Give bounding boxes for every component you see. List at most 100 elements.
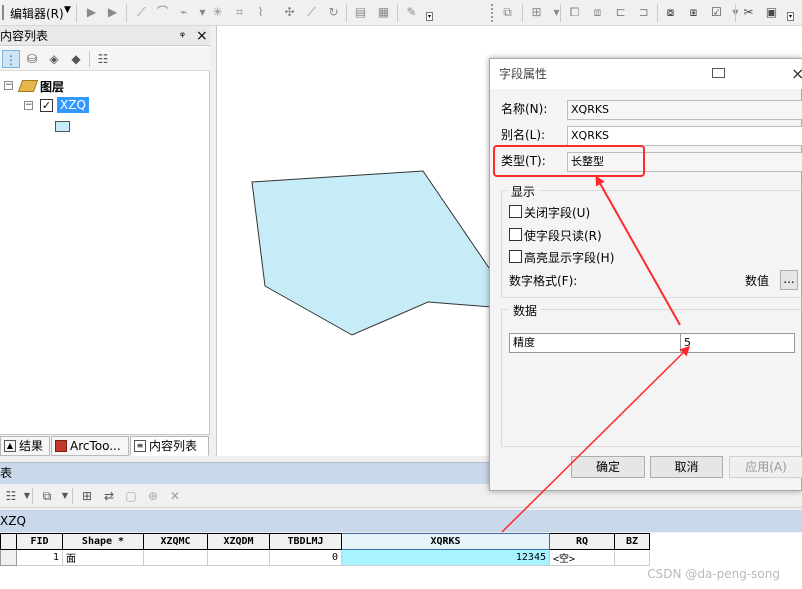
cell-xqrks[interactable]: 12345 xyxy=(341,549,550,566)
create-features-icon[interactable]: ✎ xyxy=(402,3,421,22)
restore-window-icon[interactable] xyxy=(712,68,725,78)
close-icon[interactable]: × xyxy=(791,59,802,89)
editor-menu[interactable]: 编辑器(R) xyxy=(10,5,64,22)
highlight-field-label[interactable]: 高亮显示字段(H) xyxy=(524,249,614,266)
column-header-xzqmc[interactable]: XZQMC xyxy=(143,533,208,550)
cancel-button[interactable]: 取消 xyxy=(650,456,723,478)
precision-field[interactable]: 5 xyxy=(680,333,795,353)
chevron-down-icon[interactable]: ▼ xyxy=(547,3,566,22)
split-icon[interactable]: ⟋ xyxy=(302,3,321,22)
edit-annotation-icon[interactable]: ▶ xyxy=(103,3,122,22)
validate-topology-icon[interactable]: ⧇ xyxy=(661,3,680,22)
sketch-properties-icon[interactable]: ▦ xyxy=(374,3,393,22)
collapse-icon[interactable]: − xyxy=(4,81,13,90)
topology-icon[interactable]: ⧉ xyxy=(498,3,517,22)
toc-toolbar: ⋮ ⛁ ◈ ◆ ☷ xyxy=(0,47,210,71)
topology-edit-icon[interactable]: ⧠ xyxy=(565,3,584,22)
list-by-selection-icon[interactable]: ◆ xyxy=(67,50,85,68)
collapse-icon[interactable]: − xyxy=(24,101,33,110)
layer-visibility-checkbox[interactable]: ✓ xyxy=(40,99,53,112)
column-header-xqrks[interactable]: XQRKS xyxy=(341,533,550,550)
column-header-shape[interactable]: Shape * xyxy=(62,533,144,550)
toolbar-grip-icon xyxy=(491,4,494,22)
list-by-visibility-icon[interactable]: ◈ xyxy=(45,50,63,68)
delete-selected-icon[interactable]: ✕ xyxy=(166,487,184,505)
cell-xzqdm[interactable] xyxy=(207,549,270,566)
pin-icon[interactable]: ᵠ xyxy=(180,26,185,46)
cell-rq[interactable]: <空> xyxy=(549,549,615,566)
end-point-arc-icon[interactable]: ⌒ xyxy=(153,3,172,22)
disable-field-checkbox[interactable] xyxy=(509,205,522,218)
attributes-icon[interactable]: ▤ xyxy=(351,3,370,22)
name-field[interactable]: XQRKS xyxy=(567,100,802,120)
cell-xzqmc[interactable] xyxy=(143,549,208,566)
tab-results-label: 结果 xyxy=(19,439,44,453)
point-icon[interactable]: ✳ xyxy=(208,3,227,22)
table-row[interactable]: 1 面 0 12345 <空> xyxy=(0,549,650,566)
disable-field-label[interactable]: 关闭字段(U) xyxy=(524,204,590,221)
map-topology-icon[interactable]: ⊞ xyxy=(527,3,546,22)
tab-toc[interactable]: ≡ 内容列表 xyxy=(130,436,209,456)
number-format-button[interactable]: ... xyxy=(780,270,798,290)
layer-name[interactable]: XZQ xyxy=(57,97,89,113)
cell-tbdlmj[interactable]: 0 xyxy=(269,549,342,566)
toolbar-dropdown-icon[interactable]: ▾ xyxy=(426,12,433,21)
generalize-icon[interactable]: ⊐ xyxy=(634,3,653,22)
arctoolbox-icon xyxy=(55,440,67,452)
toc-options-icon[interactable]: ☷ xyxy=(94,50,112,68)
cut-polygon-icon[interactable]: ✣ xyxy=(280,3,299,22)
cell-shape[interactable]: 面 xyxy=(62,549,144,566)
column-header-bz[interactable]: BZ xyxy=(614,533,650,550)
table-tab[interactable]: XZQ xyxy=(0,510,802,532)
layers-group-label[interactable]: 图层 xyxy=(40,78,64,95)
highlight-field-checkbox[interactable] xyxy=(509,250,522,263)
alias-field[interactable]: XQRKS xyxy=(567,126,802,146)
field-properties-dialog: 字段属性 × 名称(N): XQRKS 别名(L): XQRKS 类型(T): … xyxy=(489,58,802,491)
column-header-rq[interactable]: RQ xyxy=(549,533,615,550)
close-icon[interactable]: × xyxy=(196,26,208,46)
shared-features-icon[interactable]: ⧈ xyxy=(588,3,607,22)
error-inspector-icon[interactable]: ☑ xyxy=(707,3,726,22)
readonly-field-checkbox[interactable] xyxy=(509,228,522,241)
apply-button[interactable]: 应用(A) xyxy=(729,456,802,478)
list-by-source-icon[interactable]: ⛁ xyxy=(23,50,41,68)
watermark-text: CSDN @da-peng-song xyxy=(647,567,780,581)
chevron-down-icon[interactable]: ▼ xyxy=(18,487,36,505)
readonly-field-label[interactable]: 使字段只读(R) xyxy=(524,227,602,244)
switch-selection-icon[interactable]: ⇄ xyxy=(100,487,118,505)
type-field[interactable]: 长整型 xyxy=(567,152,802,172)
column-header-xzqdm[interactable]: XZQDM xyxy=(207,533,270,550)
edit-tool-icon[interactable]: ▶ xyxy=(82,3,101,22)
edit-vertices-icon[interactable]: ⌗ xyxy=(230,3,249,22)
cell-bz[interactable] xyxy=(614,549,650,566)
cell-fid[interactable]: 1 xyxy=(16,549,63,566)
clear-selection-icon[interactable]: ▢ xyxy=(122,487,140,505)
rotate-icon[interactable]: ↻ xyxy=(324,3,343,22)
xzq-polygon[interactable] xyxy=(251,170,519,336)
column-header-tbdlmj[interactable]: TBDLMJ xyxy=(269,533,342,550)
tab-results[interactable]: ▲ 结果 xyxy=(0,436,50,456)
select-by-attributes-icon[interactable]: ⊞ xyxy=(78,487,96,505)
align-edge-icon[interactable]: ⊏ xyxy=(611,3,630,22)
error-list-icon[interactable]: ▣ xyxy=(762,3,781,22)
list-by-drawing-order-icon[interactable]: ⋮ xyxy=(2,50,20,68)
reshape-icon[interactable]: ⌇ xyxy=(251,3,270,22)
fix-topology-icon[interactable]: ✂ xyxy=(739,3,758,22)
tab-arctoolbox[interactable]: ArcToo... xyxy=(51,436,129,456)
related-tables-icon[interactable]: ⧉ xyxy=(38,487,56,505)
toolbar-dropdown-icon[interactable]: ▾ xyxy=(787,12,794,21)
row-selector[interactable] xyxy=(0,549,17,566)
toolbar-separator xyxy=(560,4,561,22)
layer-symbol-swatch[interactable] xyxy=(55,121,70,132)
row-selector-header[interactable] xyxy=(0,533,17,550)
column-header-fid[interactable]: FID xyxy=(16,533,63,550)
chevron-down-icon[interactable]: ▼ xyxy=(64,5,71,15)
validate-extent-icon[interactable]: ⧆ xyxy=(684,3,703,22)
data-group-title: 数据 xyxy=(509,302,542,319)
zoom-to-selected-icon[interactable]: ⊕ xyxy=(144,487,162,505)
trace-icon[interactable]: ⌁ xyxy=(174,3,193,22)
straight-segment-icon[interactable]: ⟋ xyxy=(132,3,151,22)
ok-button[interactable]: 确定 xyxy=(571,456,645,478)
name-label: 名称(N): xyxy=(501,102,548,116)
toc-icon: ≡ xyxy=(134,440,146,452)
